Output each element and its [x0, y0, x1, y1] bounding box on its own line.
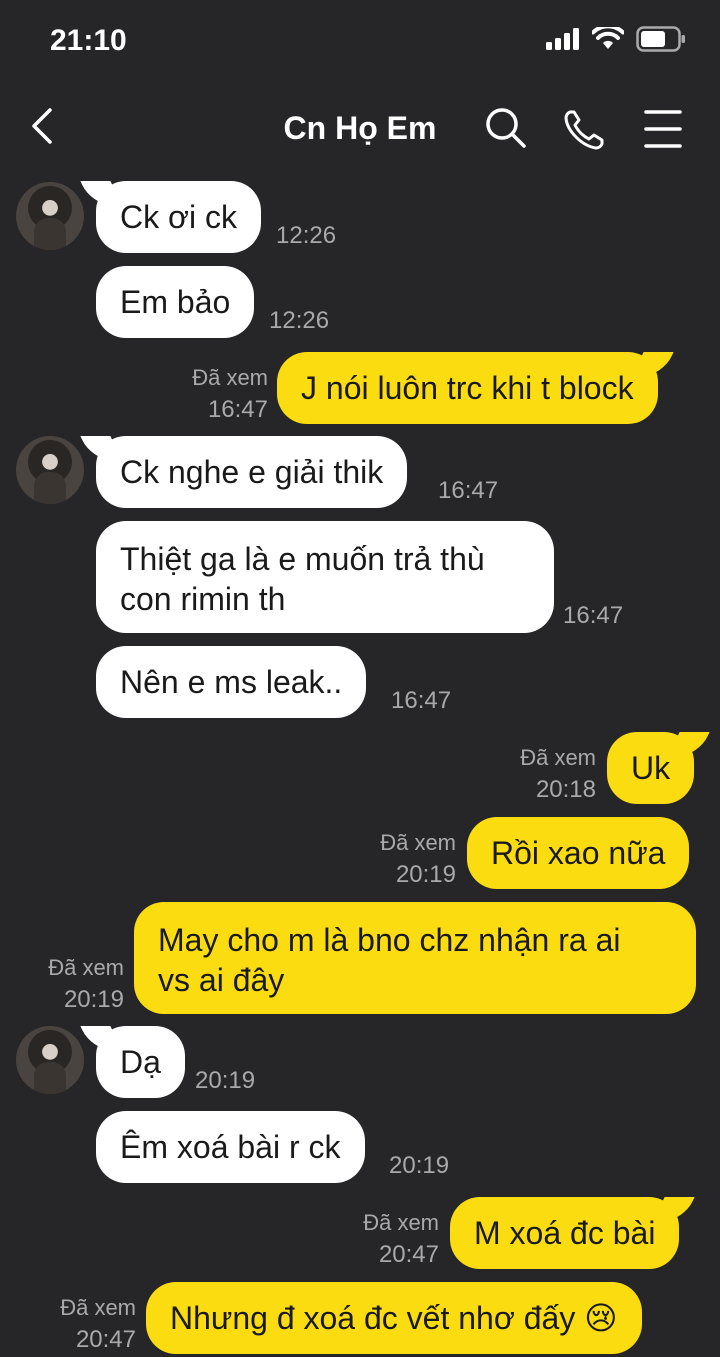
message-text: Ck nghe e giải thik	[120, 454, 384, 490]
crying-face-emoji: 😢	[584, 1300, 618, 1336]
message-time: 20:19	[389, 1152, 450, 1179]
status-time: 21:10	[50, 24, 127, 57]
menu-button[interactable]	[638, 104, 688, 154]
seen-status: Đã xem 20:47	[48, 1292, 136, 1356]
message-time: 20:19	[63, 986, 124, 1013]
message-text: M xoá đc bài	[474, 1215, 656, 1251]
message-text-line: Thiệt ga là e muốn trả thù	[120, 541, 485, 577]
message-bubble-outgoing[interactable]: May cho m là bno chz nhận ra ai vs ai đâ…	[134, 902, 696, 1014]
call-button[interactable]	[560, 104, 610, 154]
message-bubble-outgoing[interactable]: Nhưng đ xoá đc vết nhơ đấy 😢	[146, 1282, 642, 1354]
message-time: 20:18	[535, 776, 596, 803]
message-bubble-incoming[interactable]: Nên e ms leak..	[96, 646, 367, 718]
message-text: Nhưng đ xoá đc vết nhơ đấy	[170, 1300, 576, 1336]
avatar[interactable]	[16, 436, 84, 504]
status-icons	[546, 26, 686, 52]
message-text: Ck ơi ck	[120, 199, 237, 235]
message-time: 16:47	[438, 477, 499, 504]
seen-label: Đã xem	[48, 955, 124, 980]
message-bubble-incoming[interactable]: Ck ơi ck	[96, 181, 261, 253]
message-time: 12:26	[269, 307, 330, 334]
message-text: Dạ	[120, 1044, 161, 1080]
message-bubble-incoming[interactable]: Dạ	[96, 1026, 185, 1098]
message-bubble-outgoing[interactable]: J nói luôn trc khi t block	[277, 352, 658, 424]
message-text: Rồi xao nữa	[491, 835, 666, 871]
seen-label: Đã xem	[520, 745, 596, 770]
seen-label: Đã xem	[363, 1210, 439, 1235]
message-bubble-outgoing[interactable]: M xoá đc bài	[450, 1197, 680, 1269]
menu-icon	[644, 110, 682, 148]
seen-status: Đã xem 20:19	[36, 952, 124, 1016]
message-time: 20:19	[395, 861, 456, 888]
message-bubble-incoming[interactable]: Ck nghe e giải thik	[96, 436, 408, 508]
avatar[interactable]	[16, 1026, 84, 1094]
message-text: Uk	[631, 750, 671, 786]
message-bubble-outgoing[interactable]: Uk	[607, 732, 695, 804]
signal-icon	[546, 28, 579, 50]
message-text-line: vs ai đây	[158, 962, 285, 998]
status-bar: 21:10	[0, 0, 720, 80]
avatar[interactable]	[16, 182, 84, 250]
message-time: 16:47	[391, 687, 452, 714]
message-text: J nói luôn trc khi t block	[301, 370, 634, 406]
message-time: 20:47	[75, 1326, 136, 1353]
seen-status: Đã xem 20:18	[508, 742, 596, 806]
message-bubble-incoming[interactable]: Êm xoá bài r ck	[96, 1111, 365, 1183]
battery-icon	[636, 26, 685, 52]
chat-title: Cn Họ Em	[283, 110, 437, 146]
message-text: Nên e ms leak..	[120, 664, 343, 700]
message-bubble-outgoing[interactable]: Rồi xao nữa	[467, 817, 690, 889]
seen-label: Đã xem	[192, 365, 268, 390]
message-bubble-incoming[interactable]: Thiệt ga là e muốn trả thù con rimin th	[96, 521, 554, 633]
seen-label: Đã xem	[380, 830, 456, 855]
message-text: Em bảo	[120, 284, 231, 320]
message-time: 12:26	[276, 222, 337, 249]
message-time: 16:47	[563, 602, 624, 629]
search-icon	[486, 108, 526, 148]
seen-label: Đã xem	[60, 1295, 136, 1320]
search-button[interactable]	[482, 104, 532, 154]
message-text: Êm xoá bài r ck	[120, 1129, 341, 1165]
message-time: 20:47	[378, 1241, 439, 1268]
seen-status: Đã xem 16:47	[180, 362, 268, 426]
chat-header: Cn Họ Em	[0, 90, 720, 170]
seen-status: Đã xem 20:19	[368, 827, 456, 891]
seen-status: Đã xem 20:47	[351, 1207, 439, 1271]
message-text-line: con rimin th	[120, 581, 286, 617]
message-bubble-incoming[interactable]: Em bảo	[96, 266, 255, 338]
message-time: 20:19	[195, 1067, 256, 1094]
phone-icon	[564, 110, 604, 150]
message-text-line: May cho m là bno chz nhận ra ai	[158, 922, 621, 958]
message-time: 16:47	[207, 396, 268, 423]
wifi-icon	[592, 27, 624, 49]
